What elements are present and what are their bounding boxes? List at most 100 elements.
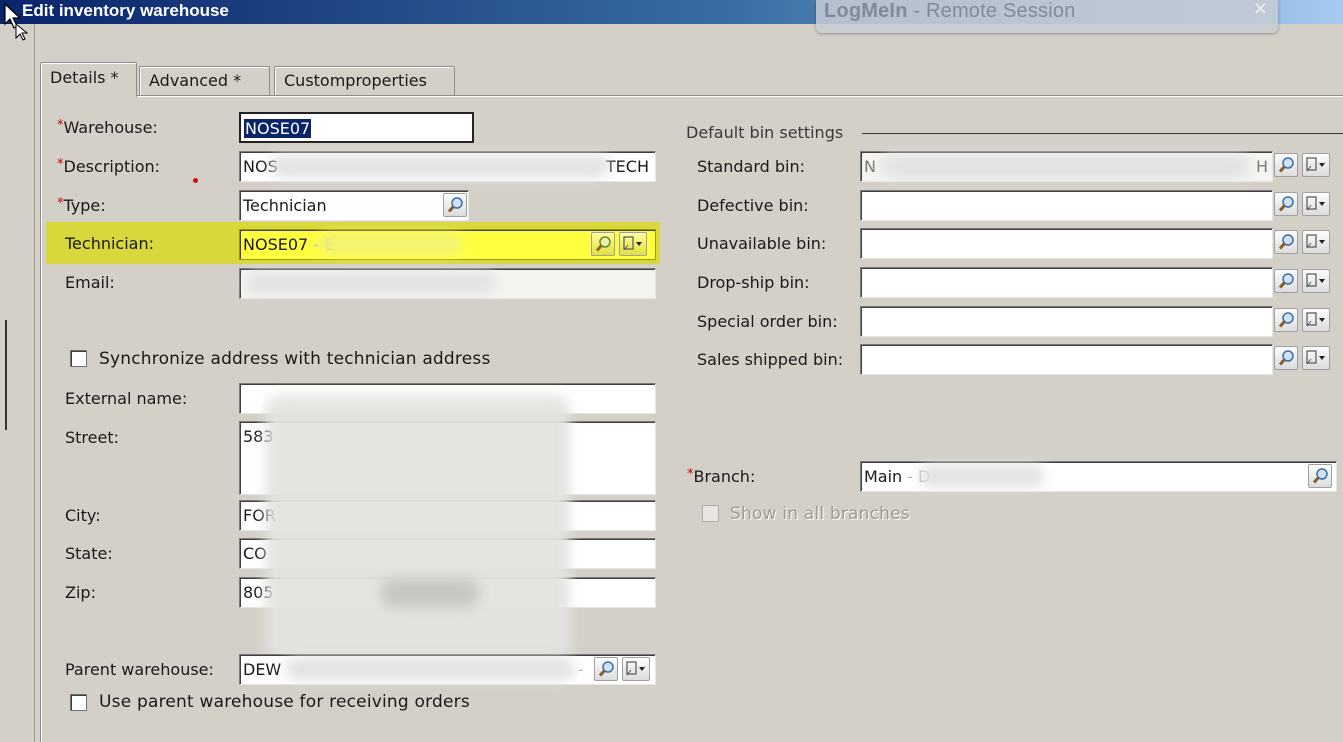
- type-label: *Type:: [57, 196, 106, 215]
- red-dot: [193, 178, 198, 183]
- window-title: Edit inventory warehouse: [22, 1, 229, 20]
- branch-label: *Branch:: [687, 467, 755, 486]
- parent-warehouse-lookup-button[interactable]: [594, 657, 618, 681]
- standard-bin-value-start: N: [864, 157, 876, 176]
- remote-session-banner: LogMeIn - Remote Session ×: [816, 0, 1278, 33]
- zip-label: Zip:: [65, 583, 96, 602]
- parent-warehouse-suffix: -: [578, 660, 584, 679]
- type-field[interactable]: Technician: [239, 190, 469, 221]
- cursor-icon: [4, 2, 29, 41]
- tab-custom-properties[interactable]: Customproperties: [274, 66, 455, 96]
- use-parent-checkbox[interactable]: [70, 694, 87, 711]
- search-icon: [1312, 468, 1328, 484]
- redacted-parent-warehouse: [285, 657, 575, 681]
- dropship-bin-field[interactable]: [860, 267, 1273, 298]
- technician-label: Technician:: [65, 234, 154, 253]
- tab-details[interactable]: Details *: [40, 62, 137, 97]
- session-brand: LogMeIn: [824, 0, 908, 22]
- defective-bin-menu-button[interactable]: [1302, 192, 1330, 216]
- standard-bin-menu-button[interactable]: [1302, 153, 1330, 177]
- menu-dropdown-icon: [1306, 196, 1325, 211]
- menu-dropdown-icon: [1306, 157, 1325, 172]
- defective-bin-label: Defective bin:: [697, 196, 809, 215]
- sales-shipped-bin-label: Sales shipped bin:: [697, 350, 844, 369]
- show-all-branches-checkbox[interactable]: [702, 505, 719, 522]
- branch-label-text: Branch:: [693, 467, 756, 486]
- state-label: State:: [65, 544, 113, 563]
- warehouse-field[interactable]: NOSE07: [239, 112, 474, 143]
- technician-menu-button[interactable]: [619, 232, 647, 256]
- redacted-address: [265, 395, 570, 660]
- sales-shipped-bin-lookup-button[interactable]: [1274, 346, 1298, 370]
- special-order-bin-lookup-button[interactable]: [1274, 308, 1298, 332]
- search-icon: [598, 661, 614, 677]
- search-icon: [1278, 234, 1294, 250]
- dropship-bin-lookup-button[interactable]: [1274, 269, 1298, 293]
- session-label: Remote Session: [925, 0, 1076, 22]
- sales-shipped-bin-menu-button[interactable]: [1302, 346, 1330, 370]
- state-value: CO: [243, 544, 267, 563]
- type-label-text: Type:: [63, 196, 106, 215]
- standard-bin-label: Standard bin:: [697, 157, 806, 176]
- special-order-bin-field[interactable]: [860, 306, 1273, 337]
- technician-value: NOSE07: [243, 235, 309, 254]
- sync-address-label: Synchronize address with technician addr…: [99, 349, 491, 369]
- redacted-zip: [380, 578, 480, 608]
- special-order-bin-label: Special order bin:: [697, 312, 838, 331]
- search-icon: [595, 236, 611, 252]
- menu-dropdown-icon: [623, 236, 642, 251]
- type-lookup-button[interactable]: [443, 193, 467, 217]
- redacted-branch: [920, 464, 1045, 488]
- scroll-mark: [5, 320, 7, 430]
- use-parent-label: Use parent warehouse for receiving order…: [99, 692, 470, 712]
- unavailable-bin-menu-button[interactable]: [1302, 230, 1330, 254]
- search-icon: [1278, 157, 1294, 173]
- search-icon: [447, 197, 463, 213]
- branch-lookup-button[interactable]: [1308, 464, 1332, 488]
- session-text: LogMeIn - Remote Session: [824, 0, 1076, 23]
- defective-bin-field[interactable]: [860, 190, 1273, 221]
- email-label: Email:: [65, 273, 115, 292]
- sync-address-checkbox[interactable]: [70, 350, 87, 367]
- defective-bin-lookup-button[interactable]: [1274, 192, 1298, 216]
- search-icon: [1278, 273, 1294, 289]
- type-value: Technician: [243, 196, 327, 215]
- parent-warehouse-value: DEW: [243, 660, 282, 679]
- warehouse-label-text: Warehouse:: [63, 118, 158, 137]
- warehouse-value: NOSE07: [244, 119, 312, 138]
- branch-value: Main: [864, 467, 903, 486]
- city-label: City:: [65, 506, 101, 525]
- menu-dropdown-icon: [1306, 312, 1325, 327]
- session-separator: -: [907, 0, 926, 22]
- unavailable-bin-lookup-button[interactable]: [1274, 230, 1298, 254]
- sales-shipped-bin-field[interactable]: [860, 344, 1273, 375]
- unavailable-bin-label: Unavailable bin:: [697, 234, 827, 253]
- warehouse-label: *Warehouse:: [57, 118, 158, 137]
- redacted-standard-bin: [880, 154, 1250, 178]
- search-icon: [1278, 196, 1294, 212]
- menu-dropdown-icon: [1306, 234, 1325, 249]
- window-left-border: [34, 24, 35, 742]
- parent-warehouse-label: Parent warehouse:: [65, 660, 214, 679]
- parent-warehouse-menu-button[interactable]: [622, 657, 650, 681]
- description-label-text: Description:: [63, 157, 161, 176]
- show-all-branches-label: Show in all branches: [730, 504, 910, 524]
- menu-dropdown-icon: [1306, 273, 1325, 288]
- description-label: *Description:: [57, 157, 160, 176]
- search-icon: [1278, 312, 1294, 328]
- group-divider: [862, 133, 1343, 134]
- close-icon[interactable]: ×: [1253, 0, 1268, 19]
- description-value-end: TECH: [605, 157, 649, 176]
- standard-bin-lookup-button[interactable]: [1274, 153, 1298, 177]
- technician-lookup-button[interactable]: [591, 232, 615, 256]
- dropship-bin-menu-button[interactable]: [1302, 269, 1330, 293]
- street-label: Street:: [65, 428, 120, 447]
- redacted-description: [270, 154, 610, 178]
- default-bin-group-title: Default bin settings: [686, 123, 844, 142]
- dropship-bin-label: Drop-ship bin:: [697, 273, 810, 292]
- special-order-bin-menu-button[interactable]: [1302, 308, 1330, 332]
- search-icon: [1278, 350, 1294, 366]
- tab-advanced[interactable]: Advanced *: [139, 66, 270, 96]
- menu-dropdown-icon: [1306, 350, 1325, 365]
- unavailable-bin-field[interactable]: [860, 228, 1273, 259]
